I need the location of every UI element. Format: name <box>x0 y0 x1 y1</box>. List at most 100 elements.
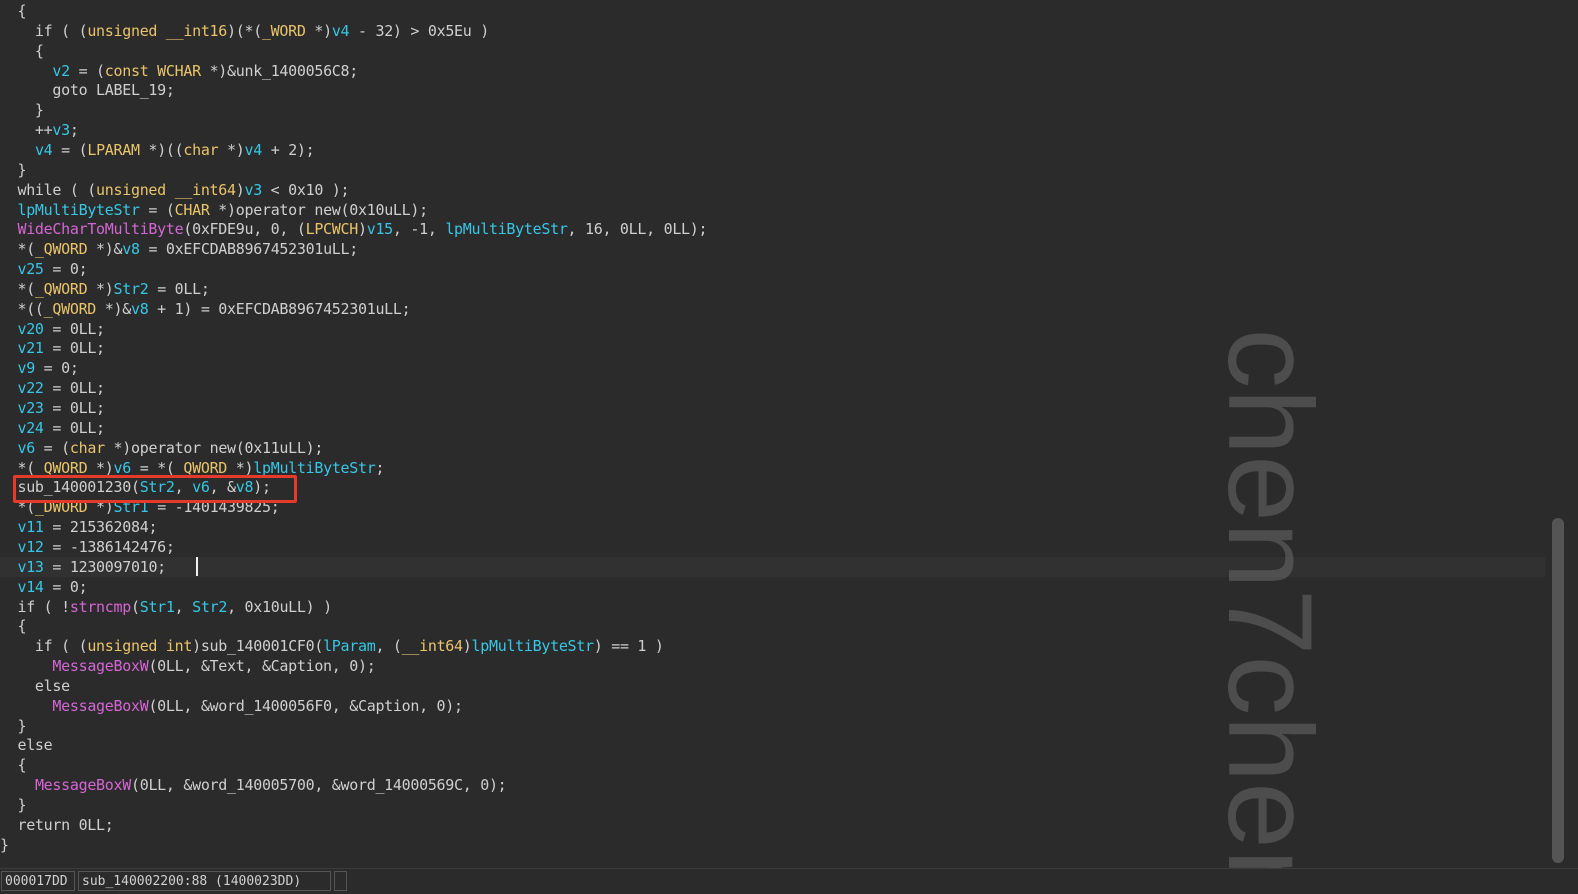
code-token: } <box>0 101 44 120</box>
code-line[interactable]: *(_QWORD *)&v8 = 0xEFCDAB8967452301uLL; <box>0 239 1545 259</box>
code-line[interactable]: v4 = (LPARAM *)((char *)v4 + 2); <box>0 140 1545 160</box>
code-token: } <box>0 835 9 854</box>
code-token: ) <box>357 220 367 239</box>
code-token: v2 <box>52 61 70 80</box>
code-line[interactable]: v9 = 0; <box>0 358 1545 378</box>
code-line[interactable]: *((_QWORD *)&v8 + 1) = 0xEFCDAB896745230… <box>0 299 1545 319</box>
code-line[interactable]: lpMultiByteStr = (CHAR *)operator new(0x… <box>0 200 1545 220</box>
code-line[interactable]: v14 = 0; <box>0 577 1545 597</box>
code-line[interactable]: } <box>0 100 1545 120</box>
code-token: lpMultiByteStr <box>445 220 568 239</box>
code-line[interactable]: { <box>0 41 1545 61</box>
status-address: 000017DD <box>1 871 75 891</box>
code-token: v24 <box>17 418 44 437</box>
code-line[interactable]: v20 = 0LL; <box>0 319 1545 339</box>
code-token: , 16, 0LL, 0LL); <box>567 220 708 239</box>
pseudocode-view[interactable]: { if ( (unsigned __int16)(*(_WORD *)v4 -… <box>0 0 1545 868</box>
code-token: (0LL, &word_1400056F0, &Caption, 0); <box>148 696 463 715</box>
code-line[interactable]: } <box>0 835 1545 855</box>
code-token: , 0x10uLL) ) <box>227 597 332 616</box>
code-token: (0xFDE9u, 0, ( <box>183 220 306 239</box>
scrollbar-thumb[interactable] <box>1552 518 1564 863</box>
code-token: v4 <box>244 140 263 159</box>
code-token: ; <box>69 121 79 140</box>
code-line[interactable]: v6 = (char *)operator new(0x11uLL); <box>0 438 1545 458</box>
code-token: = 0LL; <box>148 279 210 298</box>
code-token: _DWORD <box>34 498 88 517</box>
code-token: return 0LL; <box>0 815 114 834</box>
code-token: *)operator new(0x10uLL); <box>209 200 428 219</box>
code-line[interactable]: v24 = 0LL; <box>0 418 1545 438</box>
code-token: ; <box>375 458 385 477</box>
code-line[interactable]: v2 = (const WCHAR *)&unk_1400056C8; <box>0 61 1545 81</box>
code-line[interactable]: } <box>0 795 1545 815</box>
code-line[interactable]: *(_QWORD *)Str2 = 0LL; <box>0 279 1545 299</box>
code-token: v3 <box>244 180 262 199</box>
code-token: v11 <box>17 518 44 537</box>
code-token: unsigned __int16 <box>87 21 228 40</box>
code-line[interactable]: MessageBoxW(0LL, &word_1400056F0, &Capti… <box>0 696 1545 716</box>
code-token: , -1, <box>392 220 446 239</box>
code-line[interactable]: v11 = 215362084; <box>0 517 1545 537</box>
code-token: { <box>0 41 44 60</box>
code-token: _QWORD <box>34 458 88 477</box>
code-line[interactable]: v23 = 0LL; <box>0 398 1545 418</box>
code-token: = 0LL; <box>43 319 105 338</box>
code-line[interactable]: MessageBoxW(0LL, &word_140005700, &word_… <box>0 775 1545 795</box>
code-line[interactable]: if ( !strncmp(Str1, Str2, 0x10uLL) ) <box>0 597 1545 617</box>
code-token: - 32) > 0x5Eu ) <box>349 21 489 40</box>
code-line[interactable]: if ( (unsigned int)sub_140001CF0(lParam,… <box>0 636 1545 656</box>
code-line[interactable]: *(_QWORD *)v6 = *(_QWORD *)lpMultiByteSt… <box>0 458 1545 478</box>
code-token: + 1) = 0xEFCDAB8967452301uLL; <box>148 299 411 318</box>
code-token: v8 <box>122 240 140 259</box>
code-line[interactable]: v21 = 0LL; <box>0 338 1545 358</box>
code-line[interactable]: MessageBoxW(0LL, &Text, &Caption, 0); <box>0 656 1545 676</box>
code-line[interactable]: if ( (unsigned __int16)(*(_WORD *)v4 - 3… <box>0 21 1545 41</box>
code-token: lpMultiByteStr <box>471 637 595 656</box>
code-line[interactable]: sub_140001230(Str2, v6, &v8); <box>0 477 1545 497</box>
code-line[interactable]: v13 = 1230097010; <box>0 556 1545 577</box>
code-line[interactable]: v12 = -1386142476; <box>0 537 1545 557</box>
code-token: *) <box>218 140 245 159</box>
code-line[interactable]: return 0LL; <box>0 815 1545 835</box>
code-token: if ( ! <box>0 597 70 616</box>
code-line[interactable]: v22 = 0LL; <box>0 378 1545 398</box>
code-token: else <box>0 736 53 755</box>
code-line[interactable]: { <box>0 1 1545 21</box>
code-token: v4 <box>34 140 53 159</box>
code-token: _QWORD <box>34 279 88 298</box>
code-token: char <box>69 438 105 457</box>
code-line[interactable]: *(_DWORD *)Str1 = -1401439825; <box>0 497 1545 517</box>
status-bar: 000017DD sub_140002200:88 (1400023DD) <box>0 868 1578 894</box>
code-line[interactable]: { <box>0 616 1545 636</box>
code-token: v3 <box>52 121 70 140</box>
code-token: = 0; <box>34 359 79 378</box>
code-line[interactable]: else <box>0 735 1545 755</box>
code-token: _QWORD <box>174 458 228 477</box>
code-line[interactable]: goto LABEL_19; <box>0 80 1545 100</box>
code-token: ); <box>253 478 271 497</box>
code-line[interactable]: ++v3; <box>0 120 1545 140</box>
code-line[interactable]: { <box>0 755 1545 775</box>
code-line[interactable]: } <box>0 716 1545 736</box>
code-token: *)&unk_1400056C8; <box>200 61 359 80</box>
code-token: ) == 1 ) <box>593 637 664 656</box>
code-token: *)(( <box>139 140 184 159</box>
code-line[interactable]: } <box>0 160 1545 180</box>
code-token: *)& <box>96 299 132 318</box>
code-line[interactable]: while ( (unsigned __int64)v3 < 0x10 ); <box>0 180 1545 200</box>
code-line[interactable]: else <box>0 676 1545 696</box>
code-token: ) <box>462 637 472 656</box>
code-token: v12 <box>17 537 44 556</box>
code-line[interactable]: v25 = 0; <box>0 259 1545 279</box>
code-line[interactable]: WideCharToMultiByte(0xFDE9u, 0, (LPCWCH)… <box>0 219 1545 239</box>
code-token: v6 <box>113 458 132 477</box>
